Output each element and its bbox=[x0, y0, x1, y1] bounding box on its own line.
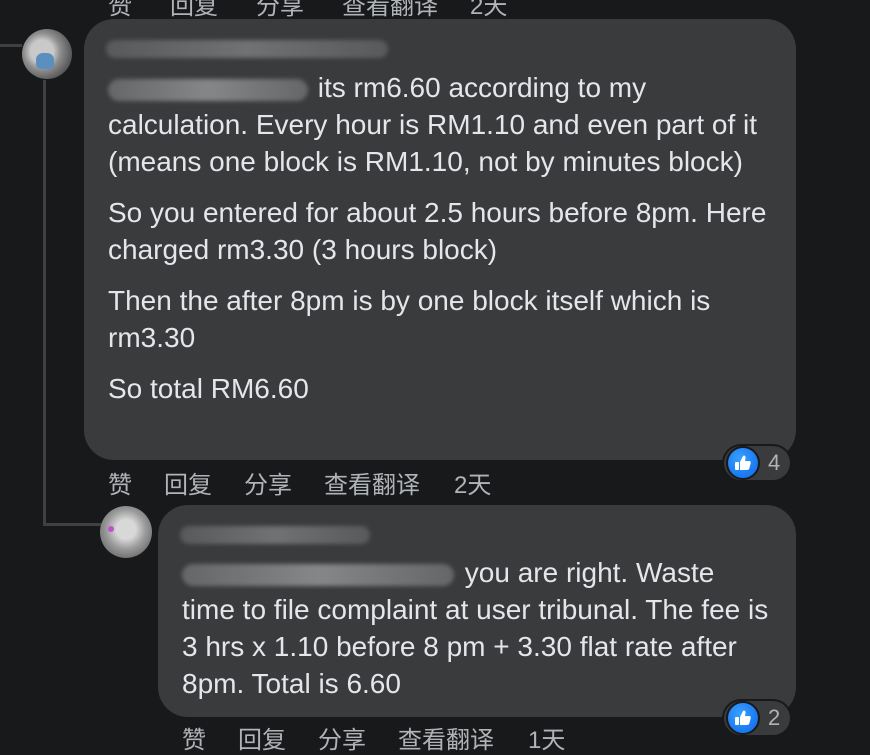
author-name-redacted[interactable] bbox=[106, 40, 388, 58]
reply-link[interactable]: 回复 bbox=[170, 0, 218, 21]
timestamp: 2天 bbox=[470, 0, 508, 20]
like-link[interactable]: 赞 bbox=[182, 720, 206, 755]
like-link[interactable]: 赞 bbox=[108, 465, 132, 500]
author-name-redacted[interactable] bbox=[180, 526, 370, 544]
reply-link[interactable]: 回复 bbox=[238, 720, 286, 755]
reaction-count: 2 bbox=[768, 705, 781, 730]
share-link[interactable]: 分享 bbox=[244, 465, 292, 500]
previous-comment-actions: 赞 回复 分享 查看翻译 2天 bbox=[108, 0, 507, 21]
translate-link[interactable]: 查看翻译 bbox=[342, 0, 438, 21]
translate-link[interactable]: 查看翻译 bbox=[324, 465, 420, 500]
thread-line-parent-stub bbox=[0, 44, 22, 47]
reaction-count: 4 bbox=[768, 450, 781, 475]
reaction-pill[interactable]: 4 bbox=[724, 446, 791, 480]
avatar[interactable] bbox=[22, 29, 72, 79]
comment-body: its rm6.60 according to my calculation. E… bbox=[108, 69, 778, 421]
reply-link[interactable]: 回复 bbox=[164, 465, 212, 500]
share-link[interactable]: 分享 bbox=[256, 0, 304, 21]
mention-redacted[interactable] bbox=[182, 564, 454, 586]
comment-paragraph: So you entered for about 2.5 hours befor… bbox=[108, 197, 767, 265]
comment-paragraph: So total RM6.60 bbox=[108, 373, 309, 404]
thread-line-horizontal bbox=[43, 523, 101, 526]
reaction-pill[interactable]: 2 bbox=[724, 701, 791, 735]
translate-link[interactable]: 查看翻译 bbox=[398, 720, 494, 755]
comment-actions: 赞 回复 分享 查看翻译 2天 bbox=[108, 465, 491, 500]
thumbs-up-icon bbox=[726, 446, 760, 480]
reply-actions: 赞 回复 分享 查看翻译 1天 bbox=[182, 720, 565, 755]
avatar[interactable] bbox=[100, 506, 152, 558]
timestamp: 1天 bbox=[528, 727, 566, 754]
thread-line-vertical bbox=[43, 80, 46, 526]
timestamp: 2天 bbox=[454, 472, 492, 499]
thumbs-up-icon bbox=[726, 701, 760, 735]
like-link[interactable]: 赞 bbox=[108, 0, 132, 21]
mention-redacted[interactable] bbox=[108, 79, 308, 101]
reply-body: you are right. Waste time to file complai… bbox=[182, 557, 769, 699]
comment-paragraph: Then the after 8pm is by one block itsel… bbox=[108, 285, 711, 353]
share-link[interactable]: 分享 bbox=[318, 720, 366, 755]
